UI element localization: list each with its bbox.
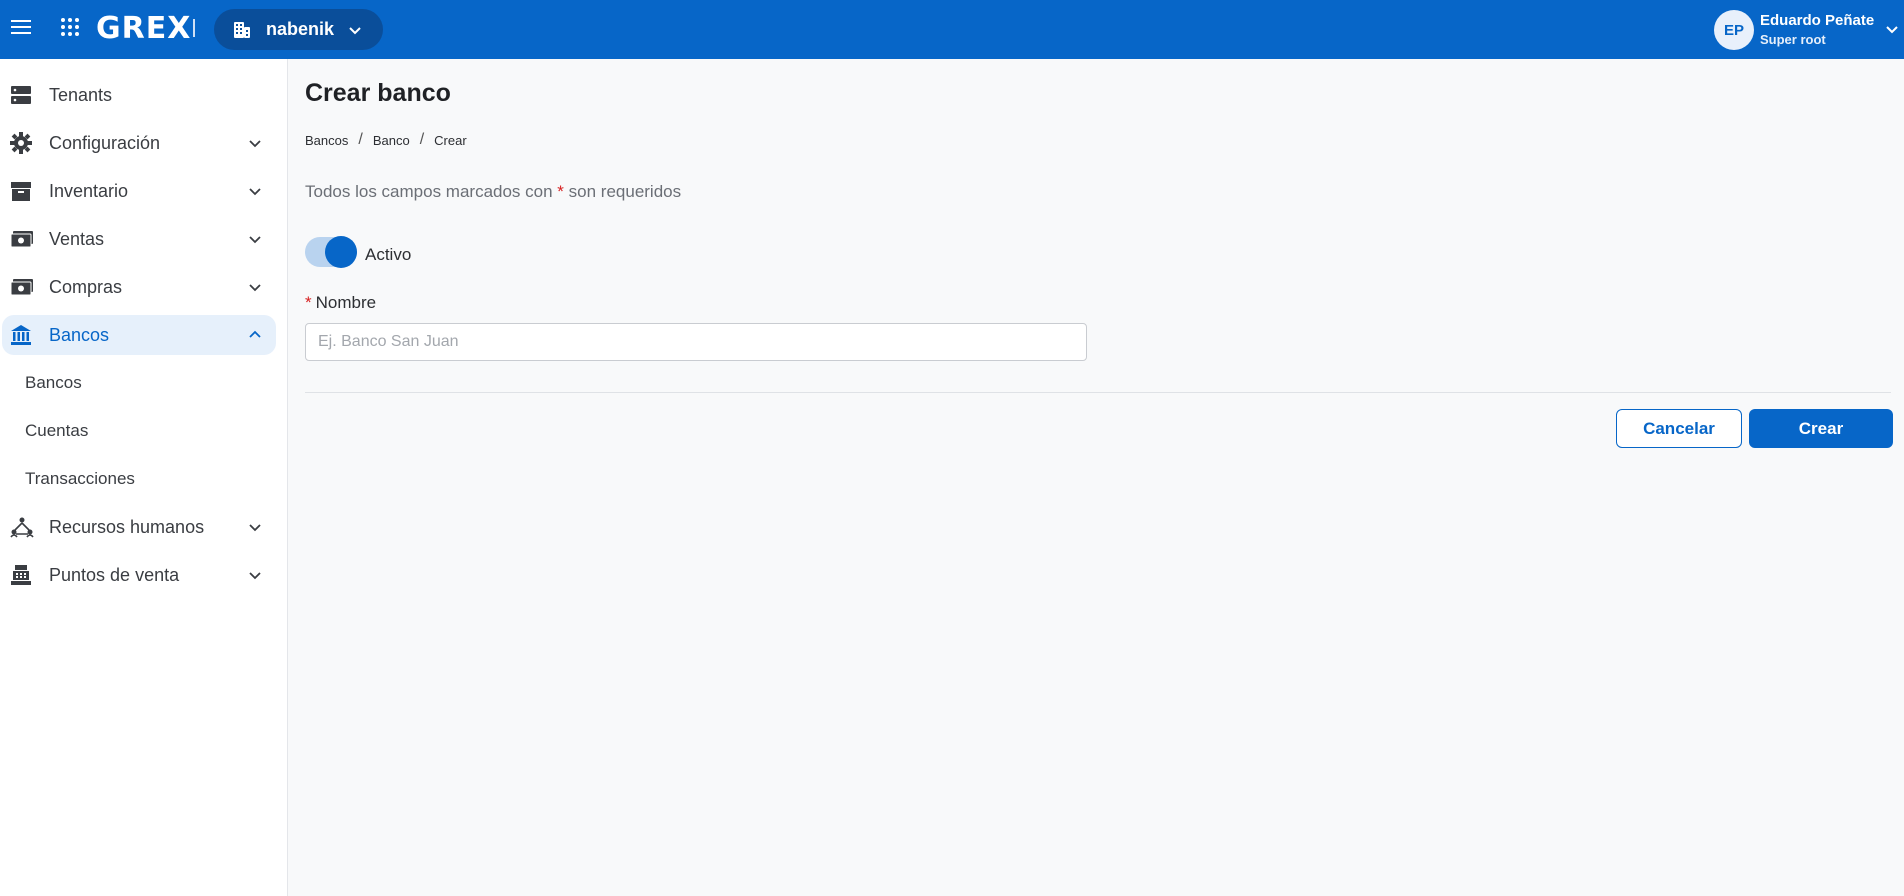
create-button[interactable]: Crear <box>1749 409 1893 448</box>
sidebar-subitem-transacciones[interactable]: Transacciones <box>2 459 276 499</box>
required-star: * <box>305 293 312 312</box>
avatar: EP <box>1714 10 1754 50</box>
sidebar-item-puntos-de-venta[interactable]: Puntos de venta <box>2 555 276 595</box>
hamburger-menu-icon[interactable] <box>10 16 32 38</box>
sidebar-item-ventas[interactable]: Ventas <box>2 219 276 259</box>
chevron-down-icon <box>248 280 262 299</box>
divider <box>305 392 1891 393</box>
cash-icon <box>10 228 34 250</box>
logo-divider <box>193 19 195 37</box>
sidebar-item-label: Bancos <box>49 325 110 345</box>
sidebar-item-label: Inventario <box>49 181 129 201</box>
chevron-up-icon <box>248 328 262 347</box>
sidebar-subitem-label: Transacciones <box>25 469 135 488</box>
building-icon <box>232 20 252 45</box>
chevron-down-icon <box>248 136 262 155</box>
chevron-down-icon <box>347 22 363 43</box>
apps-grid-icon[interactable] <box>60 17 80 37</box>
cash-register-icon <box>10 564 34 586</box>
sidebar-item-label: Puntos de venta <box>49 565 180 585</box>
chevron-down-icon <box>1884 21 1900 42</box>
user-role: Super root <box>1760 32 1826 47</box>
breadcrumb-bancos[interactable]: Bancos <box>305 133 348 148</box>
sidebar-item-label: Recursos humanos <box>49 517 205 537</box>
server-icon <box>10 84 34 106</box>
gear-icon <box>10 132 34 154</box>
breadcrumb: Bancos / Banco / Crear <box>305 131 467 149</box>
sidebar-subitem-label: Cuentas <box>25 421 89 440</box>
breadcrumb-separator: / <box>419 131 425 148</box>
tenant-name: nabenik <box>266 19 335 39</box>
sidebar-item-compras[interactable]: Compras <box>2 267 276 307</box>
bank-icon <box>10 324 34 346</box>
sidebar-item-label: Configuración <box>49 133 161 153</box>
sidebar-item-inventario[interactable]: Inventario <box>2 171 276 211</box>
nombre-label: * Nombre <box>305 293 376 313</box>
people-network-icon <box>10 516 34 538</box>
activo-toggle[interactable] <box>305 236 357 268</box>
sidebar-item-label: Compras <box>49 277 123 297</box>
chevron-down-icon <box>248 232 262 251</box>
archive-icon <box>10 180 34 202</box>
chevron-down-icon <box>248 568 262 587</box>
page-title: Crear banco <box>305 79 451 107</box>
sidebar-item-bancos[interactable]: Bancos <box>2 315 276 355</box>
nombre-input[interactable] <box>305 323 1087 361</box>
required-note-text-end: son requeridos <box>568 182 682 201</box>
chevron-down-icon <box>248 184 262 203</box>
breadcrumb-banco[interactable]: Banco <box>373 133 410 148</box>
cash-icon <box>10 276 34 298</box>
toggle-knob <box>325 236 357 268</box>
sidebar: Tenants Configuración Inventario Ventas … <box>0 59 288 896</box>
breadcrumb-separator: / <box>358 131 363 148</box>
nombre-label-text: Nombre <box>315 293 377 312</box>
sidebar-item-label: Ventas <box>49 229 105 249</box>
required-star: * <box>557 182 564 201</box>
activo-label: Activo <box>365 245 412 264</box>
sidebar-item-recursos-humanos[interactable]: Recursos humanos <box>2 507 276 547</box>
app-logo[interactable]: GREX <box>96 11 191 46</box>
sidebar-item-label: Tenants <box>49 85 113 105</box>
breadcrumb-crear: Crear <box>434 132 467 148</box>
cancel-button[interactable]: Cancelar <box>1616 409 1742 448</box>
sidebar-item-tenants[interactable]: Tenants <box>2 75 276 115</box>
main-content: Crear banco Bancos / Banco / Crear Todos… <box>289 59 1904 896</box>
sidebar-item-configuracion[interactable]: Configuración <box>2 123 276 163</box>
user-menu[interactable]: EP Eduardo Peñate Super root <box>1704 0 1904 59</box>
tenant-selector[interactable]: nabenik <box>214 9 383 50</box>
chevron-down-icon <box>248 520 262 539</box>
required-fields-note: Todos los campos marcados con * son requ… <box>305 182 681 202</box>
sidebar-subitem-bancos[interactable]: Bancos <box>2 363 276 403</box>
top-bar: GREX nabenik EP Eduardo Peñate Super roo… <box>0 0 1904 59</box>
sidebar-subitem-cuentas[interactable]: Cuentas <box>2 411 276 451</box>
required-note-text: Todos los campos marcados con <box>305 182 553 201</box>
sidebar-subitem-label: Bancos <box>25 373 82 392</box>
user-name: Eduardo Peñate <box>1760 12 1875 29</box>
